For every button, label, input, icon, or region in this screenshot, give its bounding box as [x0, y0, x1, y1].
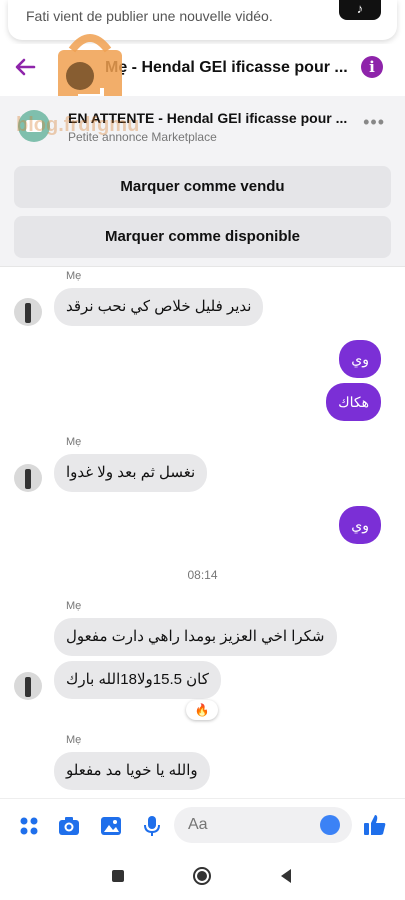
emoji-icon[interactable]	[320, 815, 340, 835]
notification-text: Fati vient de publier une nouvelle vidéo…	[26, 8, 273, 24]
avatar[interactable]	[14, 298, 42, 326]
recent-apps-icon[interactable]	[108, 866, 128, 886]
sender-name: Mẹ	[66, 270, 82, 282]
timestamp: 08:14	[187, 568, 218, 582]
outgoing-message[interactable]: وي	[339, 506, 381, 544]
incoming-message[interactable]: شكرا اخي العزيز بومدا راهي دارت مفعول	[54, 618, 337, 656]
message-input[interactable]	[186, 815, 310, 835]
home-icon[interactable]	[192, 866, 212, 886]
sender-name: Mẹ	[66, 600, 82, 612]
apps-grid-icon[interactable]	[18, 815, 40, 837]
microphone-icon[interactable]	[141, 815, 163, 837]
more-options-icon[interactable]: •••	[363, 112, 385, 133]
outgoing-message[interactable]: هكاك	[326, 383, 381, 421]
incoming-message[interactable]: كان 15.5ولا18الله بارك	[54, 661, 221, 699]
sender-name: Mẹ	[66, 734, 82, 746]
back-icon[interactable]	[276, 866, 296, 886]
watermark: blog.frdfgmu	[16, 114, 140, 136]
mark-sold-button[interactable]: Marquer comme vendu	[14, 166, 391, 208]
tiktok-icon: ♪	[339, 0, 381, 20]
avatar[interactable]	[14, 672, 42, 700]
incoming-message[interactable]: والله يا خويا مد مفعلو	[54, 752, 210, 790]
avatar[interactable]	[14, 464, 42, 492]
sender-name: Mẹ	[66, 436, 82, 448]
camera-icon[interactable]	[58, 815, 80, 837]
info-icon[interactable]: i	[361, 56, 383, 78]
mark-available-button[interactable]: Marquer comme disponible	[14, 216, 391, 258]
back-arrow-icon[interactable]	[14, 56, 36, 83]
fire-reaction-icon[interactable]: 🔥	[186, 700, 218, 720]
incoming-message[interactable]: نغسل ثم بعد ولا غدوا	[54, 454, 208, 492]
message-input-container[interactable]	[174, 807, 352, 843]
chat-title[interactable]: Mẹ - Hendal GEl ificasse pour ...	[105, 59, 348, 77]
thumbs-up-icon[interactable]	[363, 813, 387, 837]
message-composer	[0, 798, 405, 853]
gallery-icon[interactable]	[100, 815, 122, 837]
incoming-message[interactable]: ندير فليل خلاص كي نحب نرقد	[54, 288, 264, 326]
system-nav-bar	[0, 852, 405, 900]
outgoing-message[interactable]: وي	[339, 340, 381, 378]
marketplace-listing: EN ATTENTE - Hendal GEl ificasse pour ..…	[0, 96, 405, 267]
